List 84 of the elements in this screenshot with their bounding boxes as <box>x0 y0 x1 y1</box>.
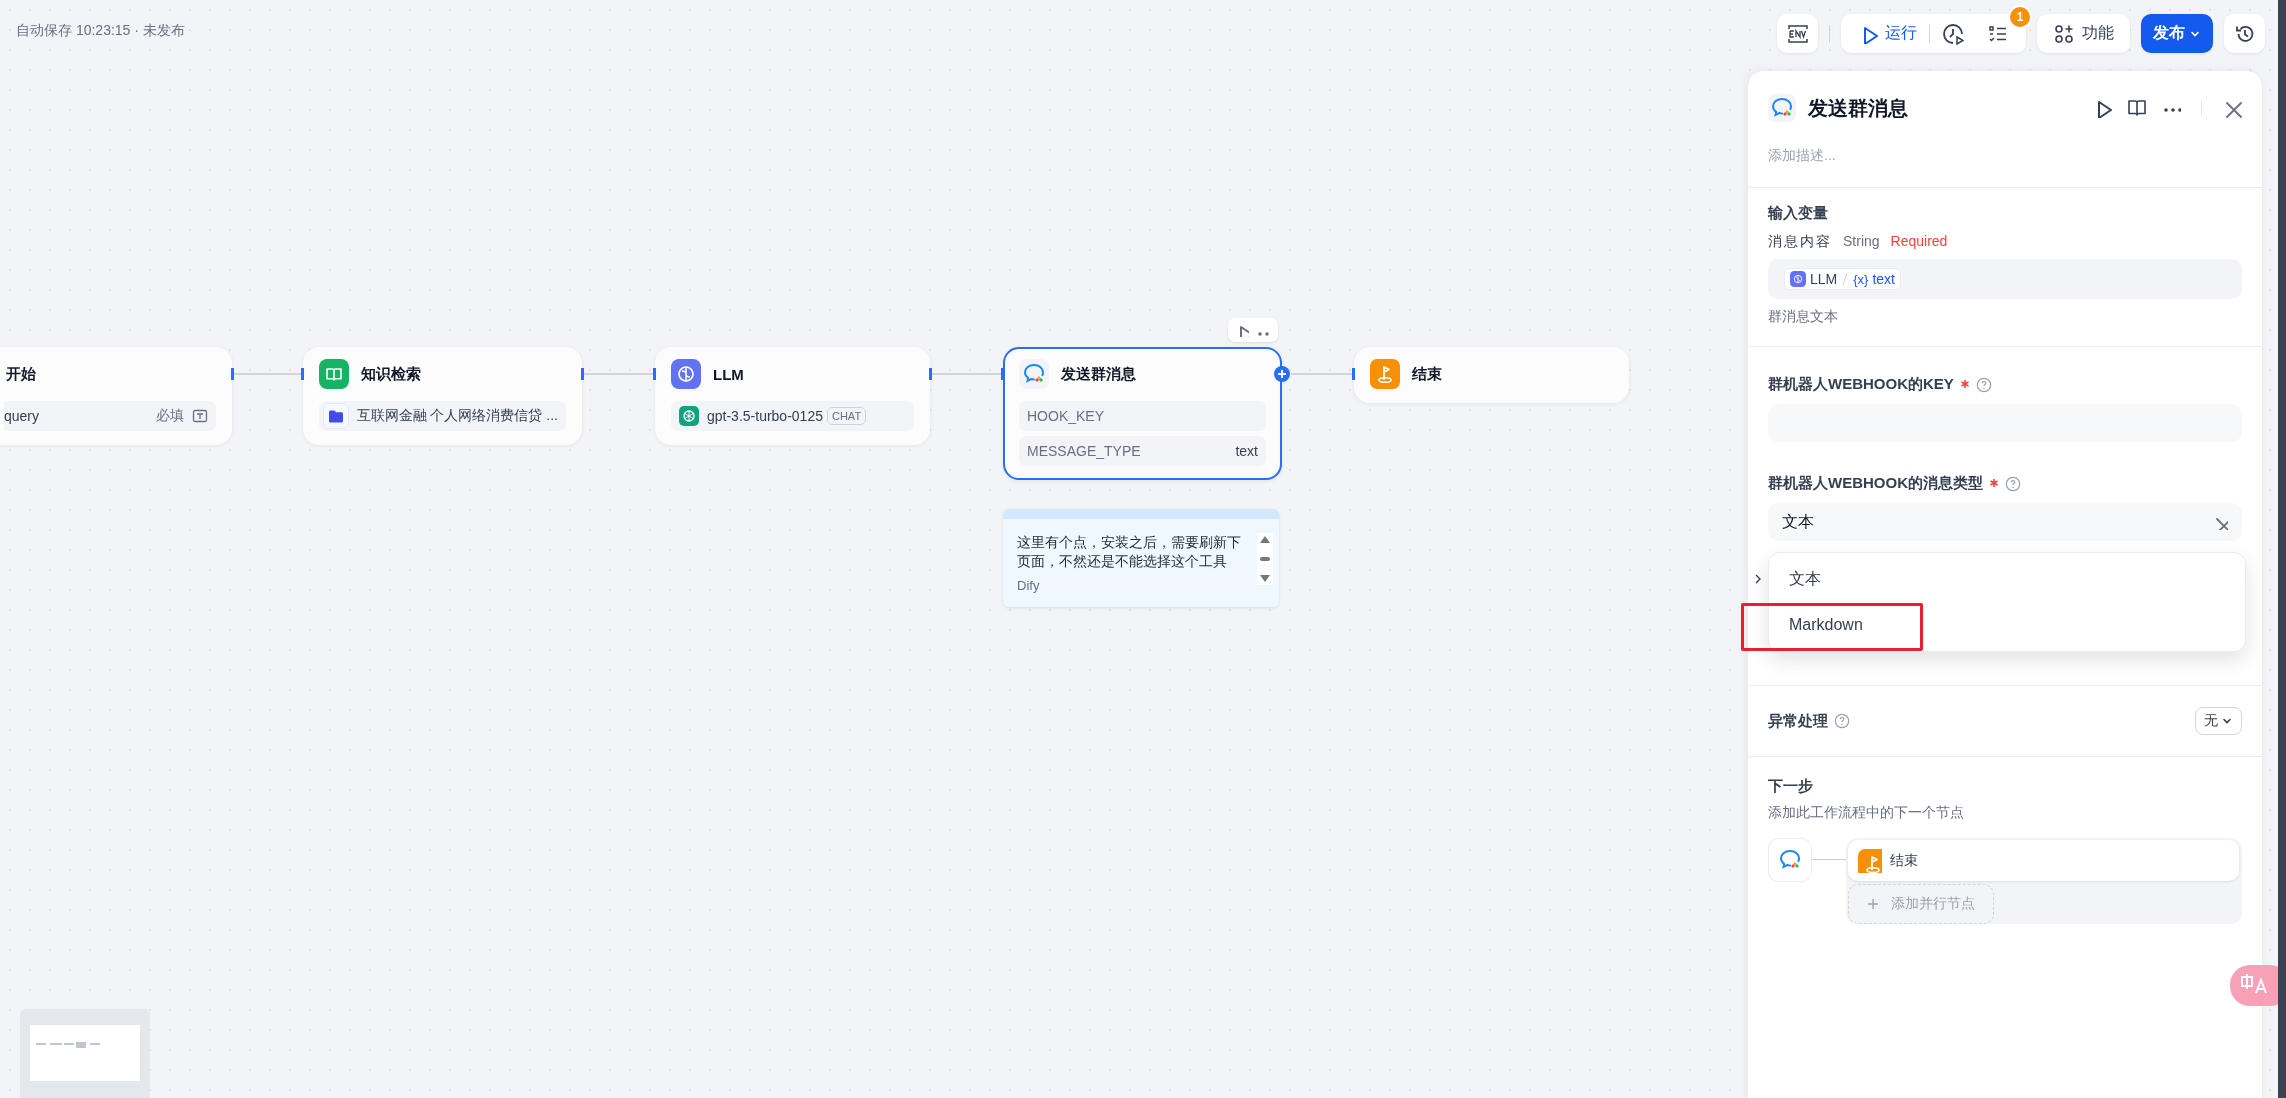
history-icon <box>2234 23 2255 44</box>
node-card[interactable]: 发送群消息 HOOK_KEY MESSAGE_TYPE text <box>1003 347 1282 480</box>
panel-title: 发送群消息 <box>1808 95 1909 121</box>
model-icon <box>679 406 699 426</box>
flag-icon <box>1370 359 1400 389</box>
required-label: Required <box>1890 233 1948 251</box>
handle[interactable] <box>1001 368 1004 380</box>
node-title: 发送群消息 <box>1061 364 1136 384</box>
field-label: gpt-3.5-turbo-0125 <box>707 408 823 424</box>
folder-icon <box>323 403 349 429</box>
features-button[interactable]: 功能 <box>2037 14 2130 53</box>
clock-play-icon <box>1942 22 1964 45</box>
node-title: 知识检索 <box>361 364 421 384</box>
book-icon <box>319 359 349 389</box>
notification-badge: 1 <box>2008 5 2032 29</box>
handle[interactable] <box>653 368 656 380</box>
help-icon[interactable] <box>1975 376 1992 393</box>
variable-name: 消息内容 <box>1768 233 1832 251</box>
plus-icon <box>1867 898 1879 910</box>
publish-button[interactable]: 发布 <box>2141 14 2213 53</box>
field-label: HOOK_KEY <box>1027 408 1105 424</box>
node-title: 开始 <box>6 364 36 384</box>
checklist-icon <box>1988 23 2008 44</box>
handle[interactable] <box>301 368 304 380</box>
next-node-title: 结束 <box>1890 851 1918 870</box>
apps-icon <box>2053 23 2074 44</box>
run-button[interactable]: 运行 <box>1847 14 1929 53</box>
edge-line <box>234 373 301 375</box>
param-label: 群机器人WEBHOOK的消息类型 <box>1768 474 1983 493</box>
help-icon[interactable] <box>2005 475 2021 492</box>
chat-bubble-icon <box>1768 94 1796 122</box>
setting-label: 异常处理 <box>1768 711 1828 731</box>
chat-bubble-icon <box>1768 838 1812 882</box>
env-icon <box>1786 23 1809 44</box>
node-card[interactable]: 结束 <box>1354 347 1629 403</box>
slash-separator-icon <box>1841 271 1850 287</box>
field-label: 互联网金融 个人网络消费信贷 ... <box>356 407 558 425</box>
brain-icon <box>1790 271 1806 287</box>
version-history-button[interactable] <box>2224 14 2265 53</box>
variable-selector[interactable]: LLM {x} text <box>1768 259 2242 299</box>
book-icon[interactable] <box>2127 98 2147 118</box>
variable-type: String <box>1843 233 1880 251</box>
text-input-icon <box>192 408 208 424</box>
handle[interactable] <box>1352 368 1355 380</box>
flag-icon <box>1858 848 1882 873</box>
node-title: 结束 <box>1412 364 1442 384</box>
dropdown-option[interactable]: 文本 <box>1769 557 2245 602</box>
field-hint: 群消息文本 <box>1768 308 1839 326</box>
node-card[interactable]: LLM gpt-3.5-turbo-0125 CHAT <box>655 347 930 445</box>
model-tag: CHAT <box>826 407 867 425</box>
select-field[interactable]: 文本 <box>1768 503 2242 541</box>
note-text: 这里有个点，安装之后，需要刷新下页面，不然还是不能选择这个工具 <box>1017 534 1242 571</box>
edge-line <box>932 373 1001 375</box>
section-heading: 下一步 <box>1768 777 1814 796</box>
field-label: MESSAGE_TYPE <box>1027 443 1141 459</box>
edge-line <box>1291 373 1352 375</box>
brain-icon <box>671 359 701 389</box>
node-title: LLM <box>713 365 744 383</box>
variable-symbol: {x} <box>1853 271 1869 287</box>
edge-line <box>584 373 653 375</box>
section-heading: 输入变量 <box>1768 204 1829 223</box>
help-icon[interactable] <box>1834 713 1850 729</box>
add-node-button[interactable] <box>1274 366 1290 382</box>
section-description: 添加此工作流程中的下一个节点 <box>1768 804 1965 822</box>
handle[interactable] <box>929 368 932 380</box>
handle[interactable] <box>581 368 584 380</box>
node-card[interactable]: 知识检索 互联网金融 个人网络消费信贷 ... <box>303 347 582 445</box>
field-value: 必填 <box>156 407 184 425</box>
node-card[interactable]: 开始 query 必填 <box>0 347 232 445</box>
field-label: query <box>4 408 40 424</box>
param-label: 群机器人WEBHOOK的KEY <box>1768 375 1954 394</box>
chat-bubble-icon <box>1019 359 1049 389</box>
handle[interactable] <box>231 368 234 380</box>
error-handling-select[interactable]: 无 <box>2195 707 2242 735</box>
dropdown-option[interactable]: Markdown <box>1769 602 2245 647</box>
chevron-right-icon <box>1754 574 1762 584</box>
variable-ref: text <box>1872 271 1895 287</box>
scrollbar[interactable] <box>1257 533 1273 585</box>
field-value: text <box>1235 443 1258 459</box>
next-node-card[interactable]: 结束 <box>1848 840 2239 881</box>
note-author: Dify <box>1017 578 1041 593</box>
autosave-status: 自动保存 10:23:15 · 未发布 <box>16 22 185 40</box>
source-node-label: LLM <box>1810 271 1838 287</box>
env-button[interactable] <box>1777 14 1818 53</box>
